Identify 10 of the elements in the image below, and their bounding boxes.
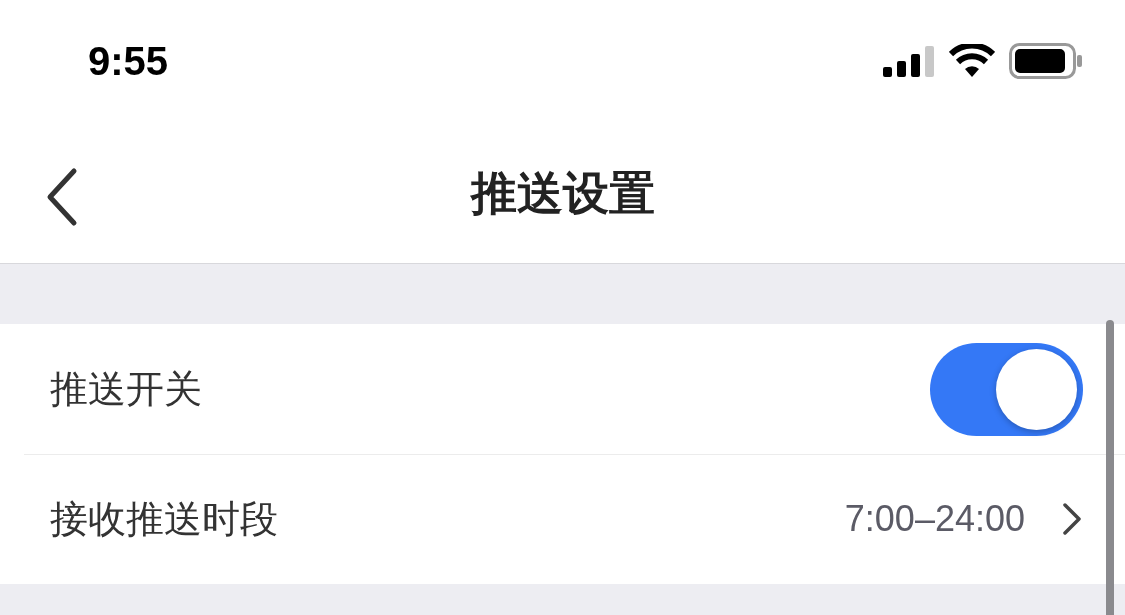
- battery-icon: [1009, 43, 1083, 79]
- scrollbar[interactable]: [1106, 320, 1114, 615]
- wifi-icon: [949, 44, 995, 78]
- setting-label: 接收推送时段: [50, 496, 278, 542]
- signal-icon: [883, 45, 935, 77]
- setting-label: 推送开关: [50, 366, 202, 412]
- status-time: 9:55: [88, 38, 169, 84]
- setting-value: 7:00–24:00: [844, 498, 1025, 540]
- page-title: 推送设置: [470, 165, 655, 221]
- chevron-right-icon[interactable]: [1061, 501, 1083, 537]
